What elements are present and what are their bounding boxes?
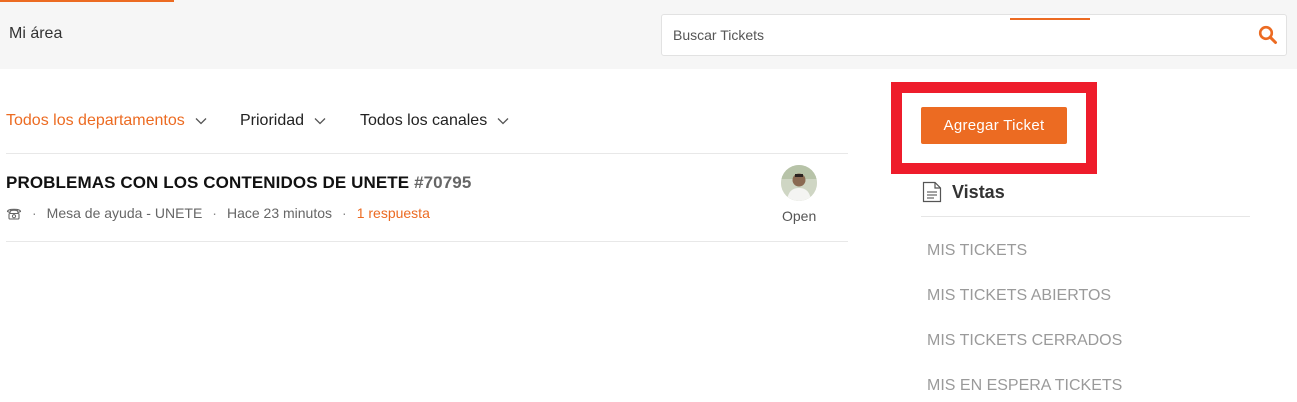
views-header: Vistas — [921, 181, 1005, 203]
filter-department[interactable]: Todos los departamentos — [6, 112, 207, 130]
avatar-image — [781, 165, 817, 201]
ticket-meta: · Mesa de ayuda - UNETE · Hace 23 minuto… — [6, 205, 430, 221]
chevron-down-icon — [497, 118, 509, 125]
ticket-title[interactable]: PROBLEMAS CON LOS CONTENIDOS DE UNETE #7… — [6, 173, 471, 193]
filter-department-label: Todos los departamentos — [6, 112, 185, 129]
view-my-on-hold-tickets[interactable]: MIS EN ESPERA TICKETS — [927, 377, 1122, 395]
filter-channel[interactable]: Todos los canales — [360, 112, 509, 130]
ticket-status: Open — [782, 208, 817, 224]
ticket-id: #70795 — [414, 173, 472, 192]
separator: · — [342, 205, 347, 221]
filter-channel-label: Todos los canales — [360, 112, 488, 129]
page-title: Mi área — [9, 25, 63, 42]
search-input[interactable] — [662, 15, 1253, 55]
filter-priority[interactable]: Prioridad — [240, 112, 326, 130]
view-my-tickets[interactable]: MIS TICKETS — [927, 242, 1027, 260]
phone-icon — [6, 208, 22, 220]
list-divider — [6, 153, 848, 154]
active-tab-indicator — [0, 0, 174, 2]
document-icon — [922, 181, 942, 203]
chevron-down-icon — [314, 118, 326, 125]
search-icon[interactable] — [1258, 25, 1278, 45]
view-my-closed-tickets[interactable]: MIS TICKETS CERRADOS — [927, 332, 1122, 350]
ticket-title-text: PROBLEMAS CON LOS CONTENIDOS DE UNETE — [6, 173, 410, 192]
chevron-down-icon — [195, 118, 207, 125]
separator: · — [32, 205, 37, 221]
ticket-department: Mesa de ayuda - UNETE — [46, 205, 203, 221]
top-bar: Mi área — [0, 0, 1297, 69]
avatar — [781, 165, 817, 201]
separator: · — [212, 205, 217, 221]
ticket-replies-link[interactable]: 1 respuesta — [357, 205, 430, 221]
views-divider — [921, 216, 1250, 217]
views-title: Vistas — [952, 181, 1005, 202]
view-my-open-tickets[interactable]: MIS TICKETS ABIERTOS — [927, 287, 1111, 305]
list-divider — [6, 241, 848, 242]
ticket-time: Hace 23 minutos — [226, 205, 333, 221]
filter-priority-label: Prioridad — [240, 112, 305, 129]
search-box — [661, 14, 1287, 56]
add-ticket-button[interactable]: Agregar Ticket — [921, 107, 1067, 144]
